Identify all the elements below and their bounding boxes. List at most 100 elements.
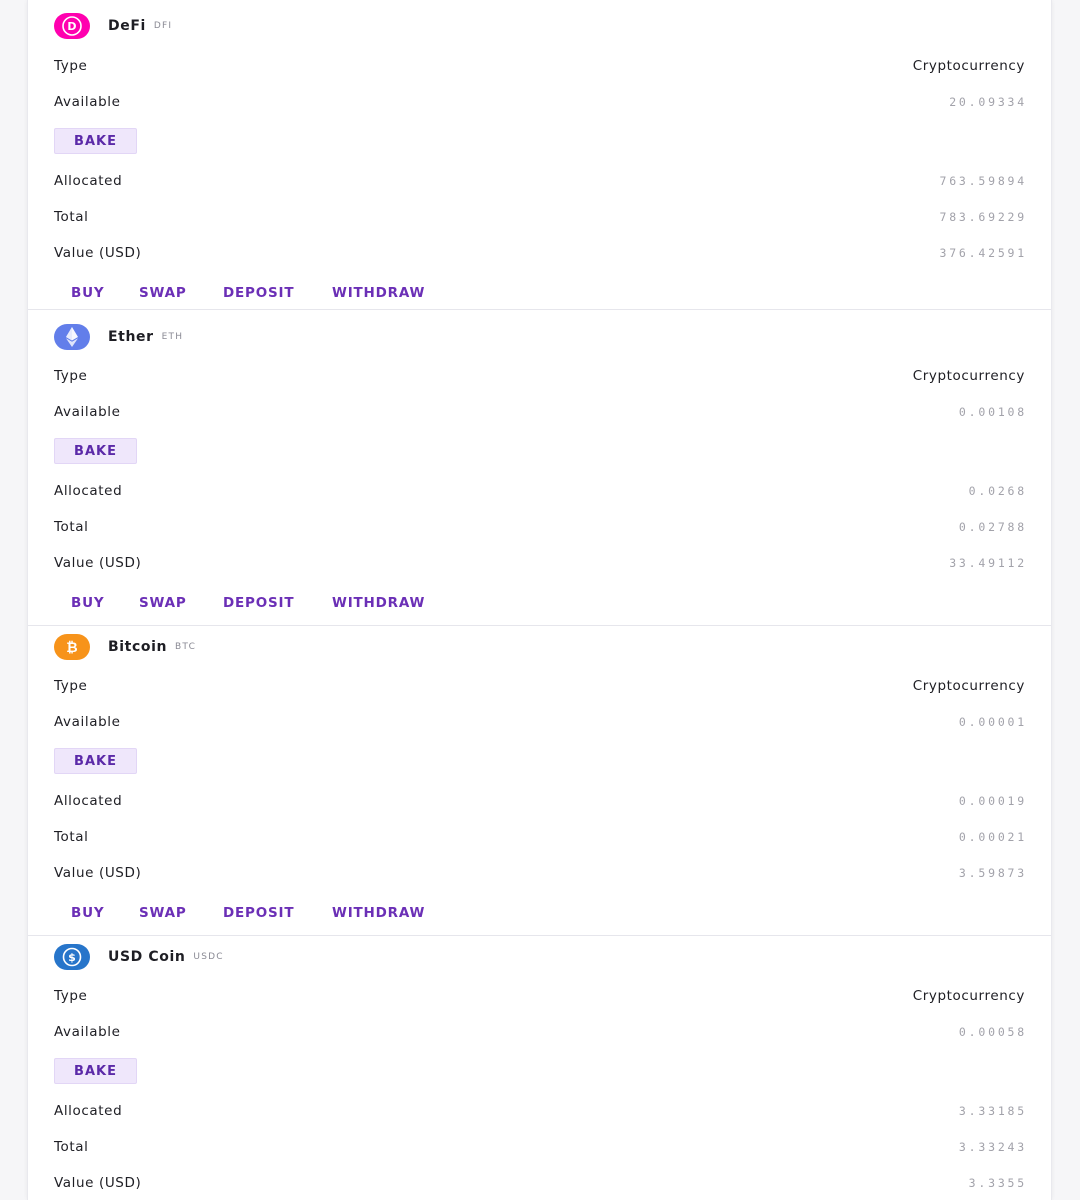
asset-name: USD Coin: [108, 949, 186, 965]
buy-button[interactable]: BUY: [71, 902, 104, 924]
asset-card-bitcoin: ₿ Bitcoin BTC Type Cryptocurrency Availa…: [28, 626, 1051, 936]
swap-button[interactable]: SWAP: [139, 282, 187, 304]
asset-card-ether: Ether ETH Type Cryptocurrency Available …: [28, 316, 1051, 626]
asset-name: Ether: [108, 329, 154, 345]
available-value: 0.00001: [958, 715, 1027, 729]
swap-button[interactable]: SWAP: [139, 592, 187, 614]
type-row: Type Cryptocurrency: [54, 986, 1025, 1006]
total-value: 0.02788: [958, 520, 1027, 534]
total-value: 0.00021: [958, 830, 1027, 844]
asset-header: Ether ETH: [54, 321, 183, 353]
value-usd-label: Value (USD): [54, 555, 142, 571]
withdraw-button[interactable]: WITHDRAW: [332, 902, 425, 924]
allocated-label: Allocated: [54, 1103, 123, 1119]
total-label: Total: [54, 209, 89, 225]
type-value: Cryptocurrency: [912, 58, 1025, 74]
bake-button[interactable]: BAKE: [54, 438, 137, 464]
usdc-icon: $: [54, 944, 90, 970]
total-label: Total: [54, 519, 89, 535]
bake-button[interactable]: BAKE: [54, 748, 137, 774]
value-usd-value: 3.3355: [968, 1176, 1027, 1190]
allocated-value: 0.00019: [958, 794, 1027, 808]
available-row: Available 20.09334: [54, 92, 1025, 112]
type-row: Type Cryptocurrency: [54, 56, 1025, 76]
value-usd-row: Value (USD) 376.42591: [54, 243, 1025, 263]
available-row: Available 0.00058: [54, 1022, 1025, 1042]
allocated-label: Allocated: [54, 483, 123, 499]
total-row: Total 783.69229: [54, 207, 1025, 227]
available-value: 0.00058: [958, 1025, 1027, 1039]
deposit-button[interactable]: DEPOSIT: [223, 282, 294, 304]
type-label: Type: [54, 678, 88, 694]
total-row: Total 0.02788: [54, 517, 1025, 537]
buy-button[interactable]: BUY: [71, 592, 104, 614]
available-row: Available 0.00001: [54, 712, 1025, 732]
value-usd-row: Value (USD) 33.49112: [54, 553, 1025, 573]
type-value: Cryptocurrency: [912, 678, 1025, 694]
available-row: Available 0.00108: [54, 402, 1025, 422]
value-usd-row: Value (USD) 3.59873: [54, 863, 1025, 883]
asset-list-page: D DeFi DFI Type Cryptocurrency Available…: [0, 0, 1080, 1200]
allocated-row: Allocated 3.33185: [54, 1101, 1025, 1121]
available-label: Available: [54, 94, 121, 110]
asset-header: $ USD Coin USDC: [54, 941, 224, 973]
defichain-icon: D: [54, 13, 90, 39]
total-row: Total 0.00021: [54, 827, 1025, 847]
value-usd-row: Value (USD) 3.3355: [54, 1173, 1025, 1193]
allocated-label: Allocated: [54, 173, 123, 189]
value-usd-value: 3.59873: [958, 866, 1027, 880]
bake-button[interactable]: BAKE: [54, 128, 137, 154]
asset-name: DeFi: [108, 18, 146, 34]
bitcoin-icon: ₿: [54, 634, 90, 660]
type-label: Type: [54, 368, 88, 384]
allocated-value: 763.59894: [939, 174, 1027, 188]
svg-text:$: $: [68, 951, 76, 964]
asset-header: ₿ Bitcoin BTC: [54, 631, 196, 663]
buy-button[interactable]: BUY: [71, 282, 104, 304]
available-value: 20.09334: [949, 95, 1027, 109]
svg-text:D: D: [67, 20, 76, 33]
deposit-button[interactable]: DEPOSIT: [223, 902, 294, 924]
asset-header: D DeFi DFI: [54, 10, 172, 42]
withdraw-button[interactable]: WITHDRAW: [332, 592, 425, 614]
allocated-row: Allocated 0.00019: [54, 791, 1025, 811]
allocated-row: Allocated 763.59894: [54, 171, 1025, 191]
bake-button[interactable]: BAKE: [54, 1058, 137, 1084]
total-value: 783.69229: [939, 210, 1027, 224]
value-usd-label: Value (USD): [54, 245, 142, 261]
available-value: 0.00108: [958, 405, 1027, 419]
type-row: Type Cryptocurrency: [54, 676, 1025, 696]
total-row: Total 3.33243: [54, 1137, 1025, 1157]
value-usd-label: Value (USD): [54, 1175, 142, 1191]
type-row: Type Cryptocurrency: [54, 366, 1025, 386]
asset-card-usd-coin: $ USD Coin USDC Type Cryptocurrency Avai…: [28, 936, 1051, 1200]
allocated-row: Allocated 0.0268: [54, 481, 1025, 501]
asset-ticker: ETH: [161, 332, 184, 342]
asset-ticker: BTC: [175, 642, 197, 652]
total-value: 3.33243: [958, 1140, 1027, 1154]
allocated-label: Allocated: [54, 793, 123, 809]
allocated-value: 0.0268: [968, 484, 1027, 498]
total-label: Total: [54, 1139, 89, 1155]
value-usd-label: Value (USD): [54, 865, 142, 881]
value-usd-value: 33.49112: [949, 556, 1027, 570]
ethereum-icon: [54, 324, 90, 350]
deposit-button[interactable]: DEPOSIT: [223, 592, 294, 614]
available-label: Available: [54, 714, 121, 730]
type-label: Type: [54, 58, 88, 74]
available-label: Available: [54, 404, 121, 420]
asset-card-defi: D DeFi DFI Type Cryptocurrency Available…: [28, 0, 1051, 310]
swap-button[interactable]: SWAP: [139, 902, 187, 924]
asset-name: Bitcoin: [108, 639, 168, 655]
svg-text:₿: ₿: [66, 640, 77, 656]
type-value: Cryptocurrency: [912, 368, 1025, 384]
asset-list-panel: D DeFi DFI Type Cryptocurrency Available…: [27, 0, 1052, 1200]
value-usd-value: 376.42591: [939, 246, 1027, 260]
total-label: Total: [54, 829, 89, 845]
withdraw-button[interactable]: WITHDRAW: [332, 282, 425, 304]
asset-ticker: DFI: [153, 21, 173, 31]
available-label: Available: [54, 1024, 121, 1040]
allocated-value: 3.33185: [958, 1104, 1027, 1118]
type-label: Type: [54, 988, 88, 1004]
asset-ticker: USDC: [193, 952, 224, 962]
